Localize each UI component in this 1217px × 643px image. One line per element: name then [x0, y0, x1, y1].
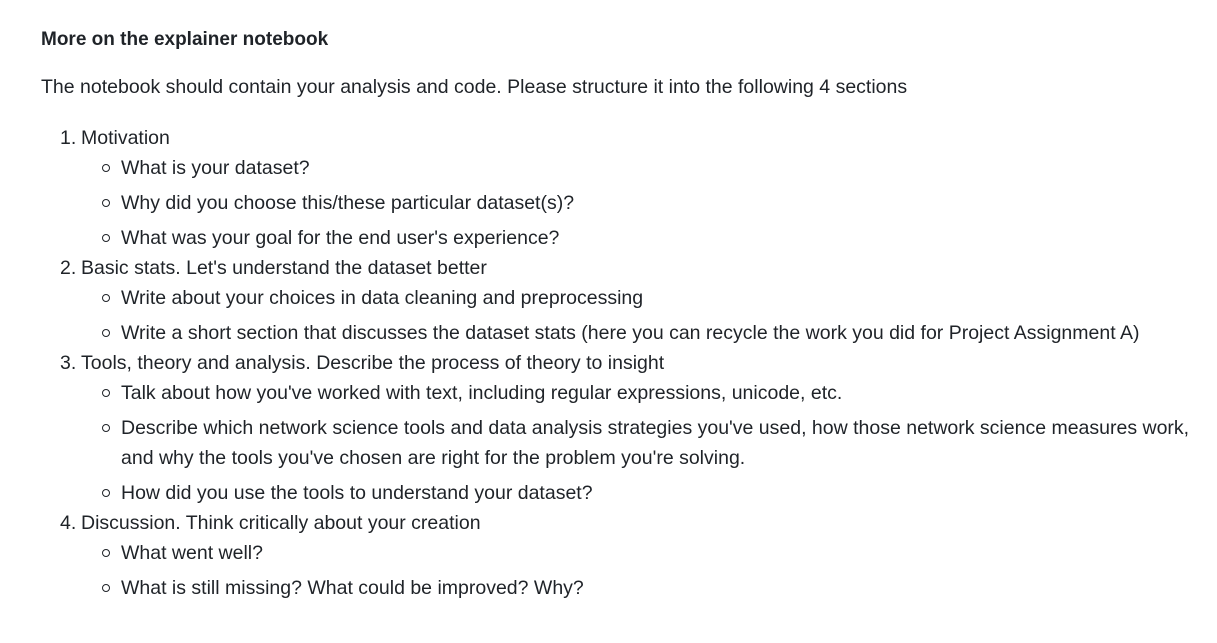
section-item-motivation: 1. Motivation What is your dataset? Why …: [41, 123, 1201, 253]
section-title: Basic stats. Let's understand the datase…: [81, 257, 487, 279]
section-heading: More on the explainer notebook: [41, 29, 329, 50]
list-item: What went well?: [81, 538, 1201, 568]
sub-item-list: What is your dataset? Why did you choose…: [81, 153, 1201, 253]
section-item-discussion: 4. Discussion. Think critically about yo…: [41, 508, 1201, 603]
section-item-tools-theory: 3. Tools, theory and analysis. Describe …: [41, 348, 1201, 508]
circle-bullet-icon: [102, 389, 110, 397]
document-body: More on the explainer notebook The noteb…: [41, 26, 1201, 603]
circle-bullet-icon: [102, 234, 110, 242]
section-number: 4.: [60, 512, 77, 534]
section-title: Discussion. Think critically about your …: [81, 512, 481, 534]
list-item: Describe which network science tools and…: [81, 413, 1201, 473]
circle-bullet-icon: [102, 489, 110, 497]
list-item: Write about your choices in data cleanin…: [81, 283, 1201, 313]
list-item: Talk about how you've worked with text, …: [81, 378, 1201, 408]
sub-item-list: What went well? What is still missing? W…: [81, 538, 1201, 603]
circle-bullet-icon: [102, 164, 110, 172]
sub-item-list: Write about your choices in data cleanin…: [81, 283, 1201, 348]
list-item: Write a short section that discusses the…: [81, 318, 1201, 348]
section-number: 3.: [60, 352, 77, 374]
list-item: What was your goal for the end user's ex…: [81, 223, 1201, 253]
list-item: Why did you choose this/these particular…: [81, 188, 1201, 218]
circle-bullet-icon: [102, 584, 110, 592]
circle-bullet-icon: [102, 294, 110, 302]
circle-bullet-icon: [102, 329, 110, 337]
list-item: What is your dataset?: [81, 153, 1201, 183]
circle-bullet-icon: [102, 199, 110, 207]
sections-list: 1. Motivation What is your dataset? Why …: [41, 123, 1201, 603]
circle-bullet-icon: [102, 549, 110, 557]
list-item: What is still missing? What could be imp…: [81, 573, 1201, 603]
section-title: Tools, theory and analysis. Describe the…: [81, 352, 665, 374]
circle-bullet-icon: [102, 424, 110, 432]
list-item: How did you use the tools to understand …: [81, 478, 1201, 508]
intro-paragraph: The notebook should contain your analysi…: [41, 76, 908, 98]
sub-item-list: Talk about how you've worked with text, …: [81, 378, 1201, 508]
section-title: Motivation: [81, 127, 170, 149]
section-number: 2.: [60, 257, 77, 279]
section-number: 1.: [60, 127, 77, 149]
section-item-basic-stats: 2. Basic stats. Let's understand the dat…: [41, 253, 1201, 348]
